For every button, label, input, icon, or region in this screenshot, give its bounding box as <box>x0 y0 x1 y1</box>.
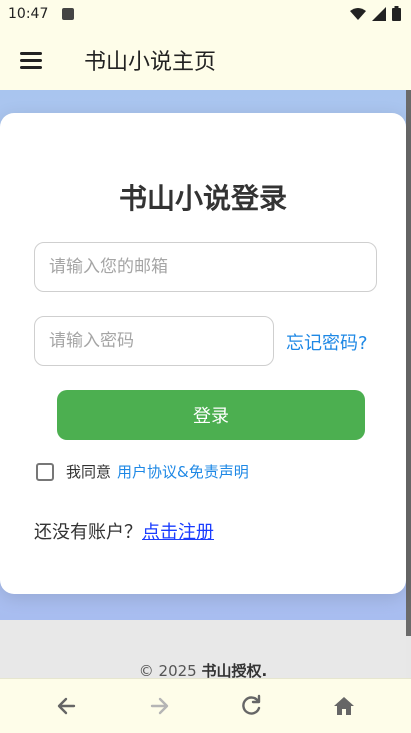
wifi-icon <box>350 7 366 20</box>
login-card: 书山小说登录 忘记密码? 登录 我同意 用户协议&免责声明 还没有账户？点击注册 <box>0 113 406 594</box>
hamburger-menu-icon[interactable] <box>18 48 46 72</box>
page-scrollbar[interactable] <box>406 90 411 636</box>
agree-label: 我同意 <box>66 463 112 481</box>
status-time: 10:47 <box>8 6 49 22</box>
battery-icon <box>392 6 401 21</box>
password-input[interactable] <box>34 316 274 366</box>
forward-arrow-icon[interactable] <box>146 693 172 719</box>
browser-nav-bar <box>0 678 411 733</box>
signup-prompt: 还没有账户？ <box>34 522 142 543</box>
app-badge-icon <box>62 8 74 20</box>
login-button[interactable]: 登录 <box>57 390 365 440</box>
agree-checkbox[interactable] <box>36 462 54 481</box>
terms-link[interactable]: 用户协议&免责声明 <box>117 461 249 482</box>
signup-row: 还没有账户？点击注册 <box>34 518 214 544</box>
home-icon[interactable] <box>331 693 357 719</box>
reload-icon[interactable] <box>238 693 264 719</box>
app-bar: 书山小说主页 <box>0 30 411 91</box>
page-title: 书山小说主页 <box>84 50 217 75</box>
status-icons <box>350 6 401 21</box>
login-heading: 书山小说登录 <box>118 182 287 215</box>
agreement-row: 我同意 用户协议&免责声明 <box>36 461 249 482</box>
signal-icon <box>372 6 386 21</box>
email-input[interactable] <box>34 242 377 292</box>
signup-link[interactable]: 点击注册 <box>142 522 214 543</box>
page-footer: © 2025 书山授权. <box>0 620 406 680</box>
status-bar: 10:47 <box>0 0 411 30</box>
forgot-password-link[interactable]: 忘记密码? <box>286 329 368 355</box>
back-arrow-icon[interactable] <box>54 693 80 719</box>
